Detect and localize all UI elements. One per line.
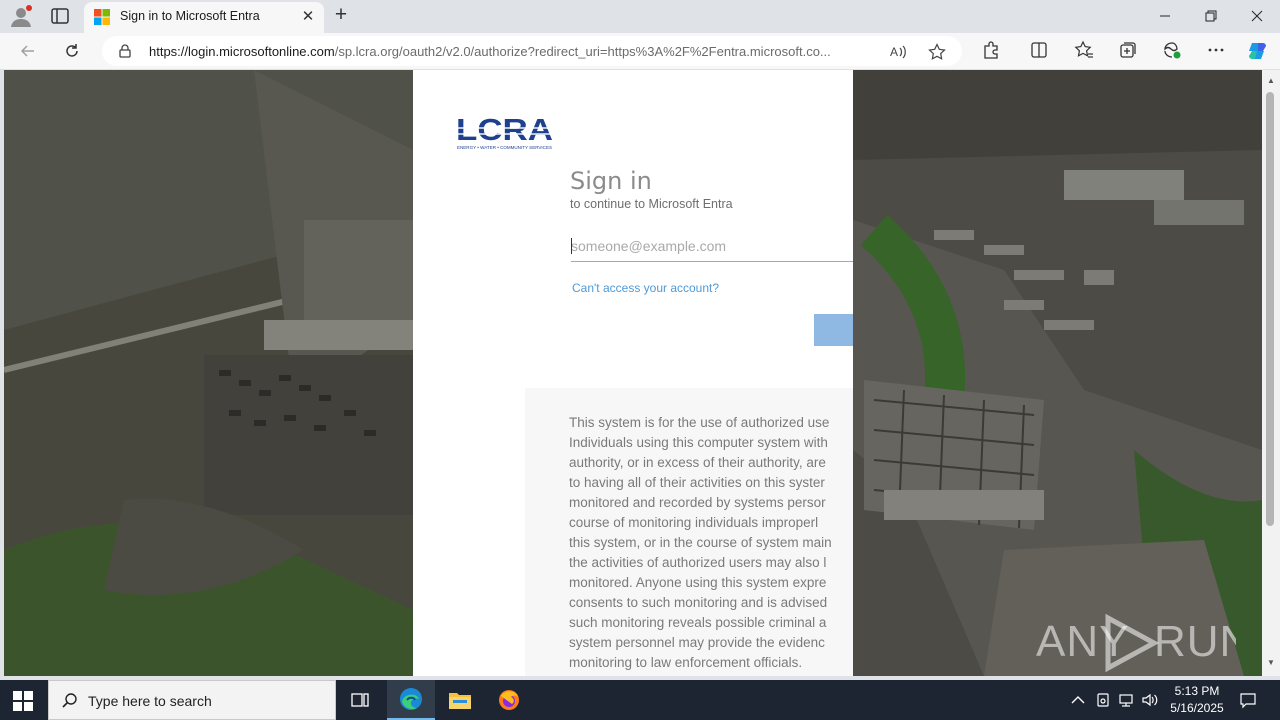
volume-icon[interactable]: [1140, 690, 1160, 710]
search-icon: [61, 692, 79, 710]
refresh-icon[interactable]: [60, 40, 84, 62]
notice-line: consents to such monitoring and is advis…: [569, 595, 828, 610]
browser-essentials-icon[interactable]: [1162, 40, 1182, 60]
text-caret: [571, 238, 572, 254]
signin-heading: Sign in: [570, 167, 652, 195]
file-explorer-icon[interactable]: [436, 680, 484, 720]
favorite-icon[interactable]: [928, 43, 946, 61]
svg-text:ENERGY • WATER • COMMUNITY SER: ENERGY • WATER • COMMUNITY SERVICES: [457, 145, 552, 150]
new-tab-icon[interactable]: +: [330, 4, 352, 26]
lcra-logo: LCRA ENERGY • WATER • COMMUNITY SERVICES: [456, 112, 554, 151]
edge-taskbar-icon[interactable]: [387, 680, 435, 720]
taskbar-search-placeholder: Type here to search: [88, 693, 212, 709]
notice-line: monitored. Anyone using this system expr…: [569, 575, 827, 590]
device-icon[interactable]: [1093, 690, 1113, 710]
profile-icon[interactable]: [8, 4, 34, 28]
notice-line: course of monitoring individuals imprope…: [569, 515, 819, 530]
scrollbar-thumb[interactable]: [1266, 92, 1274, 526]
anyrun-watermark: ANY RUN: [1036, 606, 1251, 676]
notice-line: such monitoring reveals possible crimina…: [569, 615, 827, 630]
more-icon[interactable]: [1206, 40, 1226, 60]
url-text[interactable]: https://login.microsoftonline.com/sp.lcr…: [149, 44, 876, 59]
tab-close-icon[interactable]: ✕: [299, 8, 317, 26]
window-close-icon[interactable]: [1234, 0, 1280, 32]
scroll-up-icon[interactable]: ▲: [1266, 76, 1276, 85]
usage-notice-box: This system is for the use of authorized…: [525, 388, 853, 676]
clock-date: 5/16/2025: [1170, 701, 1224, 715]
taskbar-clock[interactable]: 5:13 PM 5/16/2025: [1163, 683, 1231, 717]
notice-line: monitored and recorded by systems persor: [569, 495, 826, 510]
lock-icon[interactable]: [118, 44, 132, 58]
taskbar-search-box[interactable]: Type here to search: [48, 680, 336, 720]
tab-strip: Sign in to Microsoft Entra ✕ +: [0, 0, 1280, 33]
page-scrollbar[interactable]: ▲ ▼: [1262, 70, 1280, 676]
url-path: /sp.lcra.org/oauth2/v2.0/authorize?redir…: [334, 44, 831, 59]
show-hidden-icons-icon[interactable]: [1068, 690, 1088, 710]
signin-subheading: to continue to Microsoft Entra: [570, 197, 733, 211]
back-icon[interactable]: [16, 40, 40, 62]
notice-line: authority, or in excess of their authori…: [569, 455, 826, 470]
notice-line: This system is for the use of authorized…: [569, 415, 830, 430]
copilot-icon[interactable]: [1246, 39, 1270, 63]
url-host: https://login.microsoftonline.com: [149, 44, 335, 59]
usage-notice-text: This system is for the use of authorized…: [569, 413, 853, 673]
notice-line: Individuals using this computer system w…: [569, 435, 828, 450]
notice-line: the activities of authorized users may a…: [569, 555, 827, 570]
cant-access-account-link[interactable]: Can't access your account?: [572, 281, 719, 295]
microsoft-logo-icon: [94, 9, 110, 25]
svg-text:A: A: [890, 45, 898, 59]
split-screen-icon[interactable]: [1029, 40, 1049, 60]
collections-icon[interactable]: [1118, 40, 1138, 60]
restore-icon[interactable]: [1188, 0, 1234, 32]
navigation-bar: https://login.microsoftonline.com/sp.lcr…: [0, 33, 1280, 70]
windows-start-icon[interactable]: [12, 690, 34, 712]
notice-line: system personnel may provide the evidenc: [569, 635, 825, 650]
notice-line: to having all of their activities on thi…: [569, 475, 825, 490]
network-icon[interactable]: [1116, 690, 1136, 710]
notice-line: monitoring to law enforcement officials.: [569, 655, 803, 670]
scroll-down-icon[interactable]: ▼: [1266, 658, 1276, 667]
taskbar: Type here to search 5:13 PM 5/16/2025: [0, 680, 1280, 720]
favorites-icon[interactable]: [1074, 40, 1094, 60]
firefox-icon[interactable]: [485, 680, 533, 720]
tab-title: Sign in to Microsoft Entra: [120, 9, 260, 23]
notice-line: this system, or in the course of system …: [569, 535, 832, 550]
tab-actions-icon[interactable]: [48, 6, 72, 26]
page-viewport: LCRA ENERGY • WATER • COMMUNITY SERVICES…: [4, 70, 1262, 676]
extensions-icon[interactable]: [981, 40, 1001, 60]
next-button[interactable]: [814, 314, 853, 346]
email-input[interactable]: [571, 230, 853, 262]
notifications-icon[interactable]: [1238, 690, 1258, 710]
signin-panel: LCRA ENERGY • WATER • COMMUNITY SERVICES…: [413, 70, 853, 676]
tab-signin[interactable]: Sign in to Microsoft Entra ✕: [84, 2, 324, 33]
clock-time: 5:13 PM: [1174, 684, 1220, 698]
read-aloud-icon[interactable]: A: [889, 43, 907, 61]
task-view-icon[interactable]: [336, 680, 384, 720]
address-bar[interactable]: https://login.microsoftonline.com/sp.lcr…: [102, 36, 962, 66]
svg-text:LCRA: LCRA: [456, 113, 553, 147]
svg-text:RUN: RUN: [1154, 617, 1236, 666]
minimize-icon[interactable]: [1142, 0, 1188, 32]
